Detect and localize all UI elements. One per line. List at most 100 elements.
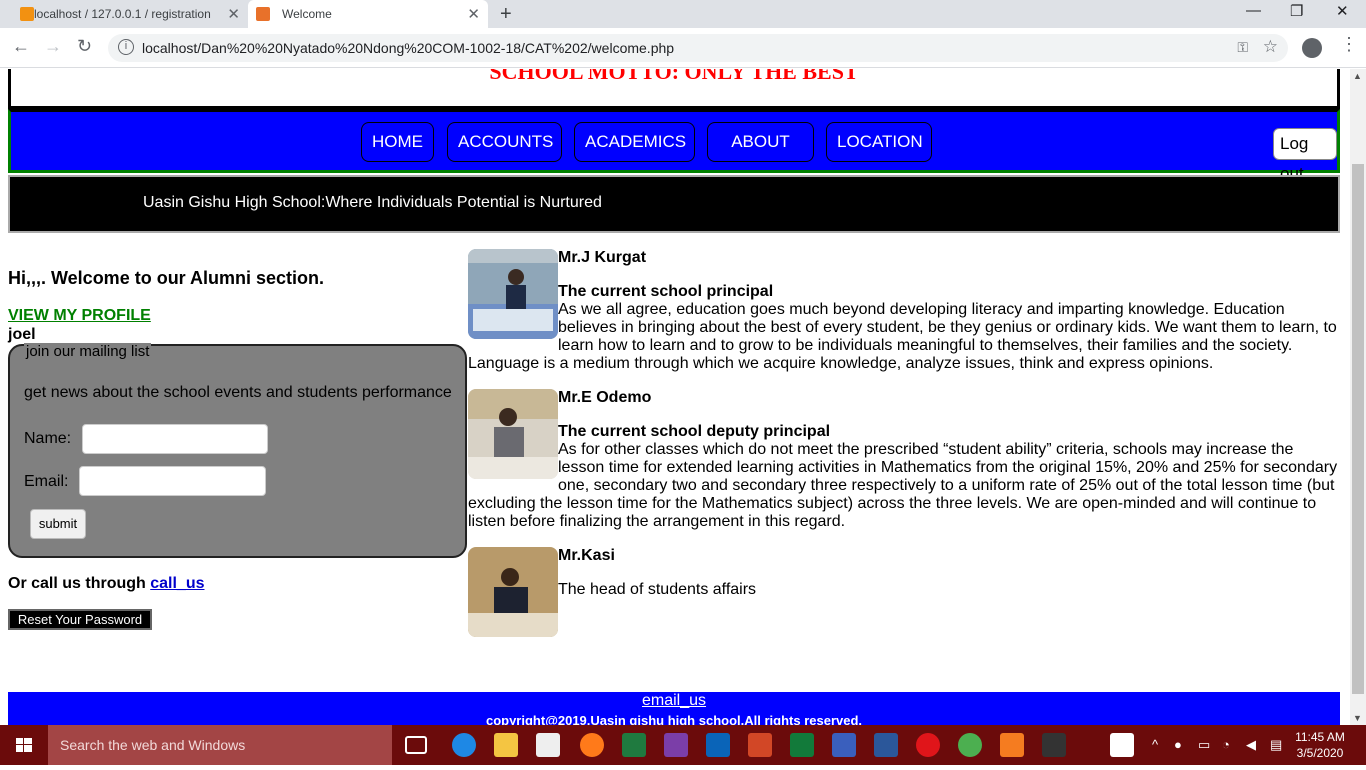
clock-time: 11:45 AM — [1295, 730, 1345, 744]
visio-icon[interactable] — [832, 733, 856, 757]
xampp-icon[interactable] — [1000, 733, 1024, 757]
email-us-link[interactable]: email_us — [8, 692, 1340, 710]
app-tray-icon[interactable]: ● — [1174, 737, 1182, 752]
close-tab-icon[interactable]: ✕ — [467, 5, 480, 23]
excel-icon[interactable] — [622, 733, 646, 757]
taskbar-search[interactable]: Search the web and Windows — [48, 725, 392, 765]
powerpoint-icon[interactable] — [748, 733, 772, 757]
close-window-icon[interactable]: ✕ — [1336, 2, 1349, 20]
welcome-heading: Hi,,,. Welcome to our Alumni section. — [8, 268, 325, 288]
back-icon[interactable]: ← — [12, 36, 30, 57]
battery-icon[interactable]: ▭ — [1198, 737, 1210, 753]
submit-button[interactable]: submit — [30, 509, 86, 539]
profile-avatar-icon[interactable] — [1302, 38, 1322, 58]
page-scrollbar[interactable]: ▲ ▼ — [1350, 69, 1366, 725]
web-page: SCHOOL MOTTO: ONLY THE BEST HOME ACCOUNT… — [0, 69, 1350, 725]
reload-icon[interactable]: ↻ — [77, 36, 92, 57]
head-of-students-photo-icon — [468, 547, 558, 637]
staff-photo — [468, 547, 558, 637]
staff-text: As we all agree, education goes much bey… — [468, 301, 1337, 372]
xampp-icon — [256, 7, 270, 21]
view-profile-link[interactable]: VIEW MY PROFILE — [8, 307, 151, 325]
main-navigation: HOME ACCOUNTS ACADEMICS ABOUT US LOCATIO… — [8, 109, 1340, 189]
call-us-prefix: Or call us through — [8, 575, 151, 592]
staff-photo — [468, 249, 558, 339]
firefox-icon[interactable] — [580, 733, 604, 757]
clock-date: 3/5/2020 — [1296, 746, 1344, 760]
staff-text: As for other classes which do not meet t… — [468, 441, 1338, 530]
name-label: Name: — [24, 430, 72, 447]
opera-icon[interactable] — [916, 733, 940, 757]
outlook-icon[interactable] — [706, 733, 730, 757]
motto-header: SCHOOL MOTTO: ONLY THE BEST — [8, 69, 1340, 109]
word-icon[interactable] — [874, 733, 898, 757]
photos-icon[interactable] — [1110, 733, 1134, 757]
browser-tab-bar: localhost / 127.0.0.1 / registration ✕ W… — [0, 0, 1366, 28]
copyright-text: copyright@2019,Uasin gishu high school.A… — [485, 713, 863, 725]
tab-phpmyadmin[interactable]: localhost / 127.0.0.1 / registration ✕ — [12, 0, 248, 28]
key-icon[interactable]: ⚿ — [1237, 39, 1248, 56]
staff-entry: Mr.Kasi The head of students affairs — [468, 547, 1342, 637]
start-button[interactable] — [0, 725, 48, 765]
marquee-text: Uasin Gishu High School:Where Individual… — [143, 194, 602, 211]
call-us-link[interactable]: call_us — [150, 575, 204, 592]
edge-icon[interactable] — [452, 733, 476, 757]
chevron-up-icon[interactable]: ^ — [1152, 737, 1158, 752]
principal-photo-icon — [468, 249, 558, 339]
deputy-photo-icon — [468, 389, 558, 479]
tab-welcome[interactable]: Welcome ✕ — [248, 0, 488, 28]
publisher-icon[interactable] — [790, 733, 814, 757]
new-tab-icon[interactable]: + — [500, 3, 512, 26]
clock[interactable]: 11:45 AM 3/5/2020 — [1294, 729, 1346, 761]
staff-text: The head of students affairs — [558, 581, 757, 598]
forward-icon[interactable]: → — [44, 36, 62, 57]
staff-entry: Mr.J Kurgat The current school principal… — [468, 249, 1342, 373]
browser-toolbar: ← → ↻ i localhost/Dan%20%20Nyatado%20Ndo… — [0, 28, 1366, 68]
email-label: Email: — [24, 473, 69, 490]
call-us-text: Or call us through call_us — [8, 575, 205, 593]
school-motto: SCHOOL MOTTO: ONLY THE BEST — [489, 69, 859, 84]
volume-icon[interactable]: ◀ — [1246, 737, 1256, 753]
windows-logo-icon — [16, 738, 32, 752]
info-icon[interactable]: i — [118, 39, 134, 55]
task-view-icon[interactable] — [405, 736, 427, 754]
nav-about-us[interactable]: ABOUT US — [707, 122, 814, 189]
bookmark-star-icon[interactable]: ☆ — [1263, 37, 1278, 57]
scroll-down-icon[interactable]: ▼ — [1353, 713, 1362, 723]
file-explorer-icon[interactable] — [494, 733, 518, 757]
minimize-icon[interactable]: — — [1246, 2, 1261, 19]
logout-button[interactable]: Log out — [1273, 128, 1337, 183]
tab-title: Welcome — [282, 7, 332, 21]
staff-name: Mr.J Kurgat — [558, 249, 647, 266]
staff-role: The current school principal — [558, 283, 774, 300]
scroll-up-icon[interactable]: ▲ — [1353, 71, 1362, 81]
windows-taskbar: Search the web and Windows ^ ● ▭ ◔ ◀ ▤ 1… — [0, 725, 1366, 765]
staff-name: Mr.E Odemo — [558, 389, 652, 406]
marquee-banner: Uasin Gishu High School:Where Individual… — [8, 175, 1340, 233]
reset-password-button[interactable]: Reset Your Password — [8, 609, 152, 630]
sublime-text-icon[interactable] — [1042, 733, 1066, 757]
close-tab-icon[interactable]: ✕ — [227, 5, 240, 23]
staff-entry: Mr.E Odemo The current school deputy pri… — [468, 389, 1342, 531]
store-icon[interactable] — [536, 733, 560, 757]
nav-home[interactable]: HOME — [361, 122, 434, 162]
staff-name: Mr.Kasi — [558, 547, 615, 564]
mailing-description: get news about the school events and stu… — [24, 384, 452, 401]
email-input[interactable] — [79, 466, 266, 496]
onenote-icon[interactable] — [664, 733, 688, 757]
menu-dots-icon[interactable]: ⋮ — [1340, 34, 1358, 55]
tab-title: localhost / 127.0.0.1 / registration — [34, 7, 211, 21]
url-text[interactable]: localhost/Dan%20%20Nyatado%20Ndong%20COM… — [142, 40, 674, 56]
footer: email_us copyright@2019,Uasin gishu high… — [8, 692, 1340, 725]
chrome-icon[interactable] — [958, 733, 982, 757]
nav-location[interactable]: LOCATION — [826, 122, 932, 162]
name-input[interactable] — [82, 424, 268, 454]
address-bar[interactable]: i localhost/Dan%20%20Nyatado%20Ndong%20C… — [108, 34, 1288, 62]
staff-photo — [468, 389, 558, 479]
notifications-icon[interactable]: ▤ — [1270, 737, 1282, 753]
nav-accounts[interactable]: ACCOUNTS — [447, 122, 562, 162]
nav-academics[interactable]: ACADEMICS — [574, 122, 695, 162]
restore-icon[interactable]: ❐ — [1290, 2, 1303, 20]
wifi-icon[interactable]: ◔ — [1222, 737, 1230, 752]
scroll-thumb[interactable] — [1352, 164, 1364, 694]
